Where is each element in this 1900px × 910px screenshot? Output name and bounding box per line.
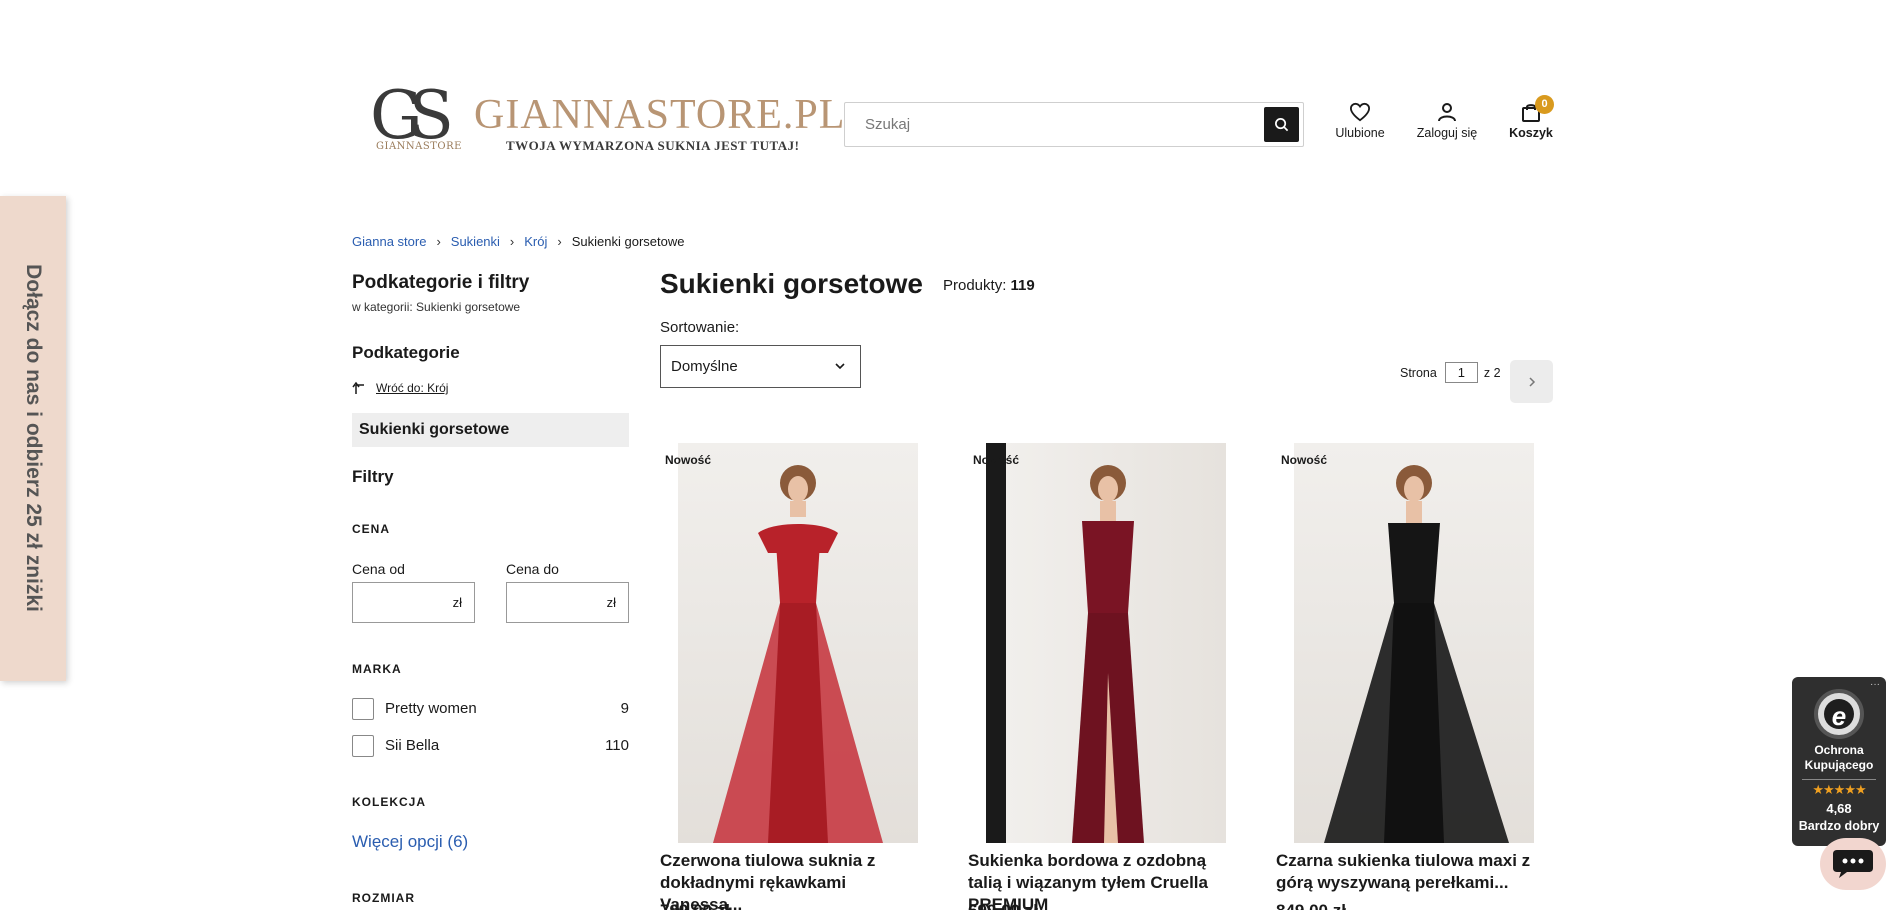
pager-total: z 2 [1483, 365, 1501, 380]
product-count: Produkty: 119 [943, 277, 1035, 294]
back-arrow-icon [352, 381, 364, 394]
price-filter-heading: CENA [352, 522, 391, 536]
page-title: Sukienki gorsetowe [660, 268, 923, 299]
sort-label: Sortowanie: [660, 319, 740, 336]
price-to-input[interactable]: zł [506, 582, 629, 623]
product-price: 849,00 zł [1276, 901, 1346, 910]
buyer-protection-label: Ochrona Kupującego [1804, 743, 1874, 772]
brand-filter-heading: MARKA [352, 662, 402, 676]
chevron-right-icon: › [509, 234, 515, 249]
product-price: 799,00 zł [660, 901, 730, 910]
price-to-label: Cena do [506, 561, 559, 577]
logo-mark: GS GIANNASTORE [368, 77, 461, 166]
product-name[interactable]: Czarna sukienka tiulowa maxi z górą wysz… [1276, 850, 1544, 894]
chevron-down-icon [835, 363, 845, 370]
cart-link[interactable]: Koszyk 0 [1508, 95, 1554, 140]
trusted-shops-seal-icon: e [1814, 689, 1864, 739]
brand-count: 9 [620, 700, 629, 717]
product-image[interactable] [1294, 443, 1534, 843]
filters-heading: Filtry [352, 467, 394, 486]
breadcrumb-home[interactable]: Gianna store [352, 234, 426, 249]
logo-tagline: TWOJA WYMARZONA SUKNIA JEST TUTAJ! [506, 138, 800, 153]
sort-select[interactable]: Domyślne [660, 345, 861, 388]
next-page-button[interactable] [1510, 360, 1553, 403]
product-count-value: 119 [1010, 277, 1035, 294]
pagination: Strona 1 z 2 [1400, 362, 1501, 383]
chat-button[interactable] [1820, 838, 1886, 890]
rating-value: 4,68 [1826, 801, 1852, 816]
favorites-link[interactable]: Ulubione [1334, 102, 1386, 140]
more-options-link[interactable]: Więcej opcji (6) [352, 832, 468, 852]
subcategories-heading: Podkategorie [352, 343, 460, 362]
search-input[interactable] [865, 103, 1245, 146]
cart-label: Koszyk [1509, 126, 1553, 140]
brand-option-pretty-women[interactable]: Pretty women 9 [352, 698, 629, 720]
promo-text: Dołącz do nas i odbierz 25 zł zniżki [22, 264, 45, 612]
checkbox[interactable] [352, 735, 374, 757]
search-icon [1275, 118, 1289, 132]
heart-icon [1349, 102, 1371, 122]
page-number-input[interactable]: 1 [1444, 362, 1478, 383]
brand-name: Sii Bella [385, 737, 440, 754]
brand-count: 110 [605, 737, 629, 754]
price-from-label: Cena od [352, 561, 405, 577]
store-logo[interactable]: GS GIANNASTORE GIANNASTORE.PL TWOJA WYMA… [368, 77, 844, 166]
rating-stars: ★★★★★ [1812, 782, 1866, 797]
cart-count-badge: 0 [1535, 95, 1554, 114]
search-button[interactable] [1264, 107, 1299, 142]
pager-label: Strona [1400, 365, 1437, 380]
breadcrumb-current: Sukienki gorsetowe [571, 234, 685, 249]
brand-option-sii-bella[interactable]: Sii Bella 110 [352, 735, 629, 757]
product-count-label: Produkty: [943, 277, 1007, 294]
new-badge: Nowość [665, 453, 712, 467]
chevron-right-icon: › [436, 234, 441, 249]
chevron-right-icon [1528, 376, 1535, 387]
favorites-label: Ulubione [1335, 126, 1385, 140]
brand-name: Pretty women [385, 700, 477, 717]
product-image[interactable] [678, 443, 918, 843]
new-badge: Nowość [1281, 453, 1328, 467]
back-to-category-link[interactable]: Wróć do: Krój [352, 381, 448, 395]
login-link[interactable]: Zaloguj się [1414, 102, 1480, 140]
breadcrumb-dresses[interactable]: Sukienki [451, 234, 500, 249]
currency-label: zł [452, 595, 462, 610]
rating-text: Bardzo dobry [1798, 819, 1880, 833]
newsletter-promo-tab[interactable]: Dołącz do nas i odbierz 25 zł zniżki [0, 196, 66, 681]
user-icon [1438, 103, 1456, 122]
active-subcategory[interactable]: Sukienki gorsetowe [352, 413, 629, 447]
search-box [844, 102, 1304, 147]
collection-filter-heading: KOLEKCJA [352, 795, 427, 809]
login-label: Zaloguj się [1416, 126, 1478, 140]
sidebar-subtitle: w kategorii: Sukienki gorsetowe [352, 300, 521, 314]
sort-value: Domyślne [671, 358, 738, 375]
checkbox[interactable] [352, 698, 374, 720]
price-from-input[interactable]: zł [352, 582, 475, 623]
chat-bubble-icon [1833, 850, 1873, 878]
back-link-label: Wróć do: Krój [376, 381, 449, 395]
trusted-shops-badge[interactable]: ··· e Ochrona Kupującego ★★★★★ 4,68 Bard… [1792, 677, 1886, 846]
sidebar-title: Podkategorie i filtry [352, 272, 530, 293]
logo-small-text: GIANNASTORE [376, 141, 462, 152]
breadcrumb-cut[interactable]: Krój [524, 234, 547, 249]
breadcrumb: Gianna store › Sukienki › Krój › Sukienk… [352, 234, 684, 249]
product-price: 699,00 zł [968, 901, 1038, 910]
product-image[interactable] [986, 443, 1226, 843]
chevron-right-icon: › [557, 234, 562, 249]
new-badge: Nowość [973, 453, 1020, 467]
logo-wordmark: GIANNASTORE.PL [474, 92, 846, 138]
size-filter-heading: ROZMIAR [352, 891, 415, 905]
seal-letter: e [1831, 701, 1847, 731]
more-options-icon[interactable]: ··· [1870, 679, 1880, 690]
currency-label: zł [606, 595, 616, 610]
